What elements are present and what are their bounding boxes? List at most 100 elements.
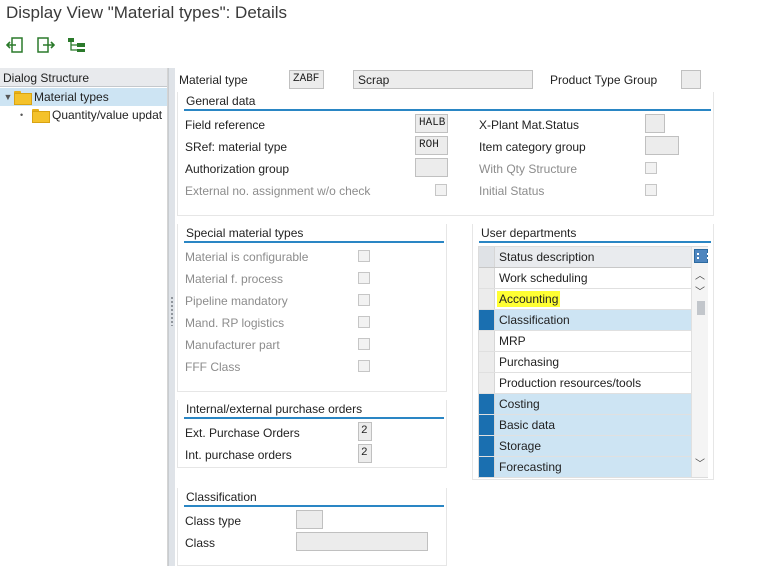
material-configurable-checkbox[interactable] xyxy=(358,250,370,262)
table-row[interactable]: MRP xyxy=(479,331,691,352)
row-label: Production resources/tools xyxy=(499,376,642,390)
scrollbar-thumb[interactable] xyxy=(697,301,705,315)
ext-purchase-orders-label: Ext. Purchase Orders xyxy=(185,426,300,440)
general-data-title: General data xyxy=(186,94,256,108)
item-category-group-field[interactable] xyxy=(645,136,679,155)
folder-icon xyxy=(32,109,50,123)
table-row[interactable]: Forecasting xyxy=(479,457,691,478)
authorization-group-label: Authorization group xyxy=(185,162,290,176)
panel-splitter[interactable] xyxy=(168,68,175,566)
row-selector[interactable] xyxy=(479,268,495,288)
product-type-group-field[interactable] xyxy=(681,70,701,89)
field-reference-field[interactable]: HALB xyxy=(415,114,448,133)
classification-title: Classification xyxy=(186,490,257,504)
scroll-down-icon[interactable]: ﹀ xyxy=(695,459,705,471)
material-type-description[interactable]: Scrap xyxy=(353,70,533,89)
class-label: Class xyxy=(185,536,216,550)
row-label: MRP xyxy=(499,334,526,348)
item-category-group-label: Item category group xyxy=(479,140,586,154)
row-selector[interactable] xyxy=(479,415,495,435)
initial-status-label: Initial Status xyxy=(479,184,545,198)
class-field[interactable] xyxy=(296,532,428,551)
table-row[interactable]: Classification xyxy=(479,310,691,331)
row-selector[interactable] xyxy=(479,394,495,414)
material-type-field[interactable]: ZABF xyxy=(289,70,324,89)
special-material-types-title: Special material types xyxy=(186,226,304,240)
fff-class-checkbox[interactable] xyxy=(358,360,370,372)
back-button[interactable] xyxy=(4,35,26,55)
user-departments-table: Status description Work scheduling Accou… xyxy=(478,246,709,478)
table-header: Status description xyxy=(479,247,691,268)
highlighted-text: Accounting xyxy=(497,291,561,307)
table-row[interactable]: Production resources/tools xyxy=(479,373,691,394)
manufacturer-part-checkbox[interactable] xyxy=(358,338,370,350)
table-scrollbar[interactable]: ︿ ﹀ ﹀ xyxy=(691,247,709,477)
row-label: Classification xyxy=(499,313,570,327)
manufacturer-part-label: Manufacturer part xyxy=(185,338,280,352)
row-selector[interactable] xyxy=(479,373,495,393)
tree-item-label: Quantity/value updat xyxy=(52,108,163,122)
mand-rp-logistics-checkbox[interactable] xyxy=(358,316,370,328)
fff-class-label: FFF Class xyxy=(185,360,241,374)
group-divider xyxy=(184,505,444,507)
material-type-label: Material type xyxy=(179,73,248,87)
row-selector[interactable] xyxy=(479,352,495,372)
collapse-caret-icon[interactable]: ▼ xyxy=(2,92,14,102)
xplant-status-label: X-Plant Mat.Status xyxy=(479,118,580,132)
row-selector[interactable] xyxy=(479,457,495,477)
dialog-structure-header: Dialog Structure xyxy=(0,68,167,87)
external-number-label: External no. assignment w/o check xyxy=(185,184,371,198)
table-row[interactable]: Purchasing xyxy=(479,352,691,373)
pipeline-mandatory-label: Pipeline mandatory xyxy=(185,294,288,308)
row-selector[interactable] xyxy=(479,331,495,351)
sref-material-type-label: SRef: material type xyxy=(185,140,288,154)
int-purchase-orders-label: Int. purchase orders xyxy=(185,448,292,462)
column-header-status-description[interactable]: Status description xyxy=(499,250,594,264)
hierarchy-select-button[interactable] xyxy=(66,35,88,55)
scroll-up-icon[interactable]: ︿ xyxy=(695,271,705,283)
material-process-checkbox[interactable] xyxy=(358,272,370,284)
table-row[interactable]: Storage xyxy=(479,436,691,457)
scroll-down-page-icon[interactable]: ﹀ xyxy=(695,287,705,299)
initial-status-checkbox[interactable] xyxy=(645,184,657,196)
sref-material-type-field[interactable]: ROH xyxy=(415,136,448,155)
external-number-checkbox[interactable] xyxy=(435,184,447,196)
pipeline-mandatory-checkbox[interactable] xyxy=(358,294,370,306)
xplant-status-field[interactable] xyxy=(645,114,665,133)
mand-rp-logistics-label: Mand. RP logistics xyxy=(185,316,285,330)
row-selector[interactable] xyxy=(479,310,495,330)
forward-arrow-icon xyxy=(37,37,55,53)
select-all-cell[interactable] xyxy=(479,247,495,267)
table-row[interactable]: Basic data xyxy=(479,415,691,436)
row-label: Forecasting xyxy=(499,460,562,474)
tree-item-material-types[interactable]: ▼ Material types xyxy=(0,88,167,106)
user-departments-title: User departments xyxy=(481,226,577,240)
forward-button[interactable] xyxy=(35,35,57,55)
table-row[interactable]: Costing xyxy=(479,394,691,415)
authorization-group-field[interactable] xyxy=(415,158,448,177)
row-label: Costing xyxy=(499,397,540,411)
table-row[interactable]: Accounting xyxy=(479,289,691,310)
row-label: Purchasing xyxy=(499,355,560,369)
row-selector[interactable] xyxy=(479,436,495,456)
class-type-label: Class type xyxy=(185,514,242,528)
row-label: Basic data xyxy=(499,418,556,432)
details-area: Material type ZABF Scrap Product Type Gr… xyxy=(175,68,761,566)
row-selector[interactable] xyxy=(479,289,495,309)
group-divider xyxy=(184,417,444,419)
group-divider xyxy=(184,241,444,243)
back-arrow-icon xyxy=(6,37,23,53)
field-reference-label: Field reference xyxy=(185,118,266,132)
tree-item-quantity-value[interactable]: • Quantity/value updat xyxy=(0,106,167,124)
int-purchase-orders-field[interactable]: 2 xyxy=(358,444,372,463)
material-process-label: Material f. process xyxy=(185,272,284,286)
splitter-grip-icon[interactable] xyxy=(170,296,174,326)
class-type-field[interactable] xyxy=(296,510,323,529)
ext-purchase-orders-field[interactable]: 2 xyxy=(358,422,372,441)
product-type-group-label: Product Type Group xyxy=(550,73,658,87)
table-row[interactable]: Work scheduling xyxy=(479,268,691,289)
qty-structure-checkbox[interactable] xyxy=(645,162,657,174)
purchase-orders-title: Internal/external purchase orders xyxy=(186,402,363,416)
table-settings-icon[interactable] xyxy=(694,249,709,263)
hierarchy-select-icon xyxy=(68,38,85,52)
